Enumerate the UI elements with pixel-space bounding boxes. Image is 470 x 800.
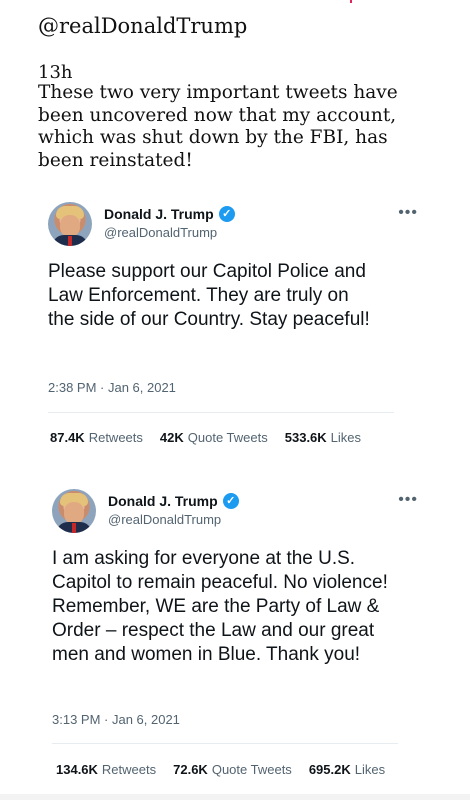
verified-badge-icon: ✓ bbox=[218, 206, 235, 222]
tweet-timestamp[interactable]: 3:13 PM · Jan 6, 2021 bbox=[52, 712, 180, 727]
avatar-face bbox=[60, 215, 80, 237]
avatar-face bbox=[64, 502, 84, 524]
avatar-tie bbox=[68, 236, 72, 246]
avatar-tie bbox=[72, 523, 76, 533]
tweet-divider bbox=[52, 743, 398, 744]
tweet-body: Please support our Capitol Police and La… bbox=[48, 261, 370, 330]
avatar[interactable] bbox=[52, 489, 96, 533]
tweet-author-name[interactable]: Donald J. Trump bbox=[104, 206, 214, 222]
bottom-edge bbox=[0, 794, 470, 800]
post-author-handle[interactable]: @realDonaldTrump bbox=[38, 14, 247, 38]
likes-stat[interactable]: 695.2K Likes bbox=[309, 762, 385, 777]
tweet-author-handle[interactable]: @realDonaldTrump bbox=[104, 225, 217, 240]
quote-tweets-stat[interactable]: 42K Quote Tweets bbox=[160, 430, 268, 445]
likes-stat[interactable]: 533.6K Likes bbox=[285, 430, 361, 445]
more-options-icon[interactable]: ••• bbox=[398, 204, 418, 222]
tweet-timestamp[interactable]: 2:38 PM · Jan 6, 2021 bbox=[48, 380, 176, 395]
quote-tweets-stat[interactable]: 72.6K Quote Tweets bbox=[173, 762, 292, 777]
tweet-author-row: Donald J. Trump ✓ bbox=[108, 493, 239, 509]
retweets-stat[interactable]: 134.6K Retweets bbox=[56, 762, 156, 777]
avatar[interactable] bbox=[48, 202, 92, 246]
tweet-stats: 87.4K Retweets 42K Quote Tweets 533.6K Like… bbox=[50, 430, 361, 445]
post-text: These two very important tweets have bee… bbox=[38, 82, 398, 171]
verified-badge-icon: ✓ bbox=[222, 493, 239, 509]
tweet-stats: 134.6K Retweets 72.6K Quote Tweets 695.2K L… bbox=[56, 762, 385, 777]
tweet-author-handle[interactable]: @realDonaldTrump bbox=[108, 512, 221, 527]
post-timestamp: 13h bbox=[38, 62, 73, 83]
tweet-body: I am asking for everyone at the U.S. Cap… bbox=[52, 548, 388, 665]
tweet-author-row: Donald J. Trump ✓ bbox=[104, 206, 235, 222]
retweets-stat[interactable]: 87.4K Retweets bbox=[50, 430, 143, 445]
more-options-icon[interactable]: ••• bbox=[398, 491, 418, 509]
tweet-author-name[interactable]: Donald J. Trump bbox=[108, 493, 218, 509]
top-edge-mark bbox=[350, 0, 352, 3]
tweet-divider bbox=[48, 412, 394, 413]
